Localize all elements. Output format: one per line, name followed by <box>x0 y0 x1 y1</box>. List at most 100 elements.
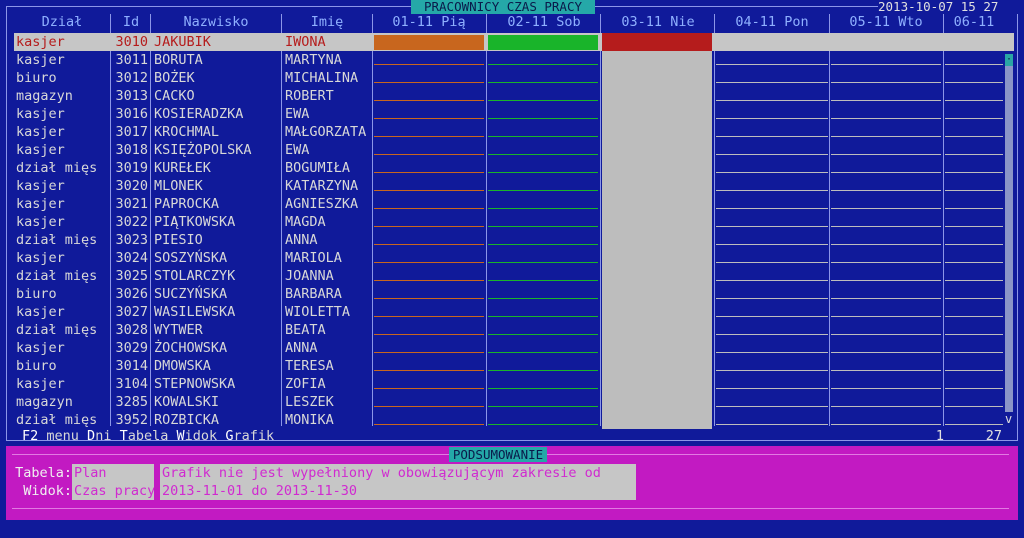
menu-grafik[interactable]: Grafik <box>225 428 274 444</box>
day-cell-selected[interactable] <box>488 35 598 50</box>
day-cell[interactable] <box>488 190 598 191</box>
day-cell[interactable] <box>716 118 828 119</box>
day-cell-selected[interactable] <box>831 35 941 50</box>
table-row[interactable]: dział mięs 3952 ROZBICKA MONIKA <box>14 411 1014 429</box>
table-row[interactable]: kasjer 3021 PAPROCKA AGNIESZKA <box>14 195 1014 213</box>
day-cell-sunday[interactable] <box>602 123 712 141</box>
day-cell[interactable] <box>831 208 941 209</box>
day-cell[interactable] <box>716 226 828 227</box>
day-cell-sunday[interactable] <box>602 177 712 195</box>
day-cell-sunday[interactable] <box>602 213 712 231</box>
day-cell[interactable] <box>716 424 828 425</box>
day-cell[interactable] <box>831 172 941 173</box>
day-cell[interactable] <box>374 118 484 119</box>
day-cell-sunday[interactable] <box>602 375 712 393</box>
scrollbar-track[interactable] <box>1005 54 1013 412</box>
day-cell[interactable] <box>374 262 484 263</box>
day-cell[interactable] <box>831 244 941 245</box>
table-row[interactable]: kasjer 3020 MLONEK KATARZYNA <box>14 177 1014 195</box>
day-cell[interactable] <box>831 352 941 353</box>
day-cell[interactable] <box>374 226 484 227</box>
day-cell[interactable] <box>716 64 828 65</box>
day-cell[interactable] <box>716 208 828 209</box>
day-cell[interactable] <box>488 154 598 155</box>
day-cell[interactable] <box>374 370 484 371</box>
col-header-day-2[interactable]: 02-11 Sob <box>488 13 600 31</box>
table-row[interactable]: kasjer 3018 KSIĘŻOPOLSKA EWA <box>14 141 1014 159</box>
day-cell-sunday[interactable] <box>602 303 712 321</box>
day-cell-selected[interactable] <box>945 35 1003 50</box>
table-row[interactable]: kasjer 3022 PIĄTKOWSKA MAGDA <box>14 213 1014 231</box>
day-cell[interactable] <box>374 100 484 101</box>
day-cell[interactable] <box>945 280 1003 281</box>
day-cell[interactable] <box>716 370 828 371</box>
col-header-day-5[interactable]: 05-11 Wto <box>830 13 942 31</box>
day-cell[interactable] <box>488 64 598 65</box>
day-cell[interactable] <box>488 262 598 263</box>
day-cell[interactable] <box>488 352 598 353</box>
day-cell[interactable] <box>831 298 941 299</box>
day-cell[interactable] <box>831 136 941 137</box>
day-cell[interactable] <box>945 172 1003 173</box>
widok-value[interactable]: Czas pracy <box>72 482 154 500</box>
day-cell-sunday[interactable] <box>602 231 712 249</box>
day-cell[interactable] <box>945 226 1003 227</box>
day-cell[interactable] <box>831 82 941 83</box>
day-cell[interactable] <box>488 172 598 173</box>
day-cell-sunday[interactable] <box>602 339 712 357</box>
day-cell-sunday[interactable] <box>602 141 712 159</box>
day-cell[interactable] <box>716 262 828 263</box>
table-row-selected[interactable]: kasjer 3010 JAKUBIK IWONA <box>14 33 1014 51</box>
day-cell[interactable] <box>831 118 941 119</box>
day-cell[interactable] <box>945 154 1003 155</box>
day-cell[interactable] <box>716 352 828 353</box>
day-cell[interactable] <box>716 190 828 191</box>
table-row[interactable]: dział mięs 3025 STOLARCZYK JOANNA <box>14 267 1014 285</box>
day-cell-sunday[interactable] <box>602 393 712 411</box>
day-cell[interactable] <box>374 82 484 83</box>
day-cell[interactable] <box>716 154 828 155</box>
day-cell[interactable] <box>374 208 484 209</box>
day-cell[interactable] <box>374 172 484 173</box>
day-cell[interactable] <box>831 64 941 65</box>
day-cell[interactable] <box>831 100 941 101</box>
table-row[interactable]: kasjer 3027 WASILEWSKA WIOLETTA <box>14 303 1014 321</box>
menu-dni[interactable]: Dni <box>87 428 111 444</box>
col-header-day-1[interactable]: 01-11 Pią <box>373 13 485 31</box>
table-row[interactable]: kasjer 3016 KOSIERADZKA EWA <box>14 105 1014 123</box>
day-cell[interactable] <box>945 334 1003 335</box>
day-cell-sunday[interactable] <box>602 69 712 87</box>
day-cell-sunday[interactable] <box>602 285 712 303</box>
day-cell[interactable] <box>831 424 941 425</box>
day-cell[interactable] <box>716 100 828 101</box>
table-row[interactable]: dział mięs 3028 WYTWER BEATA <box>14 321 1014 339</box>
table-row[interactable]: biuro 3026 SUCZYŃSKA BARBARA <box>14 285 1014 303</box>
day-cell[interactable] <box>488 334 598 335</box>
day-cell[interactable] <box>945 262 1003 263</box>
table-row[interactable]: magazyn 3285 KOWALSKI LESZEK <box>14 393 1014 411</box>
day-cell[interactable] <box>716 388 828 389</box>
day-cell[interactable] <box>374 190 484 191</box>
day-cell[interactable] <box>945 424 1003 425</box>
day-cell[interactable] <box>831 226 941 227</box>
tabela-value[interactable]: Plan <box>72 464 154 482</box>
day-cell[interactable] <box>716 298 828 299</box>
table-row[interactable]: biuro 3014 DMOWSKA TERESA <box>14 357 1014 375</box>
col-header-day-4[interactable]: 04-11 Pon <box>716 13 828 31</box>
day-cell[interactable] <box>945 388 1003 389</box>
day-cell[interactable] <box>945 298 1003 299</box>
table-row[interactable]: magazyn 3013 CACKO ROBERT <box>14 87 1014 105</box>
day-cell[interactable] <box>488 298 598 299</box>
day-cell[interactable] <box>716 334 828 335</box>
day-cell-sunday[interactable] <box>602 87 712 105</box>
day-cell[interactable] <box>831 316 941 317</box>
day-cell-sunday[interactable] <box>602 51 712 69</box>
day-cell[interactable] <box>374 136 484 137</box>
col-header-imie[interactable]: Imię <box>283 13 371 31</box>
day-cell[interactable] <box>945 244 1003 245</box>
day-cell[interactable] <box>831 280 941 281</box>
day-cell-sunday[interactable] <box>602 105 712 123</box>
day-cell[interactable] <box>488 136 598 137</box>
day-cell[interactable] <box>716 280 828 281</box>
table-row[interactable]: kasjer 3017 KROCHMAL MAŁGORZATA <box>14 123 1014 141</box>
